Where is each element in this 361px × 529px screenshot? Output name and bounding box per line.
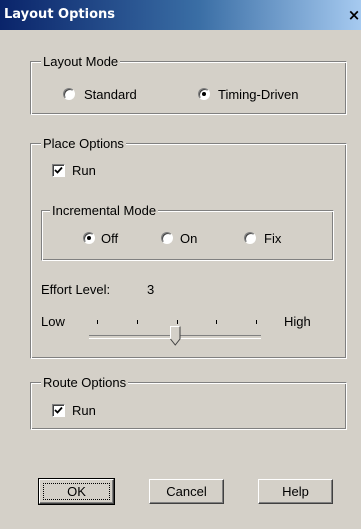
effort-high-label: High [284, 314, 311, 329]
layout-mode-group: Layout Mode [30, 54, 347, 115]
incremental-fix-radio[interactable] [244, 232, 256, 244]
radio-selected-dot [202, 92, 206, 96]
slider-tick [177, 320, 178, 324]
window-title: Layout Options [4, 7, 116, 22]
route-run-checkbox[interactable] [52, 404, 65, 417]
help-button-label: Help [282, 484, 309, 499]
incremental-mode-legend: Incremental Mode [50, 203, 159, 219]
incremental-on-radio[interactable] [161, 232, 173, 244]
ok-button[interactable]: OK [38, 478, 115, 505]
place-options-legend: Place Options [41, 136, 126, 152]
layout-options-dialog: Layout Options × Layout Mode Standard Ti… [0, 0, 361, 529]
title-bar[interactable]: Layout Options × [0, 0, 361, 30]
layout-mode-legend: Layout Mode [41, 54, 121, 70]
standard-radio[interactable] [63, 88, 75, 100]
slider-tick [97, 320, 98, 324]
place-run-checkbox[interactable] [52, 164, 65, 177]
effort-level-value: 3 [147, 282, 155, 297]
timing-driven-radio-label[interactable]: Timing-Driven [218, 87, 298, 103]
focus-rectangle [43, 483, 110, 500]
effort-level-label: Effort Level: [41, 282, 111, 297]
checkmark-icon [54, 166, 63, 174]
incremental-off-label[interactable]: Off [101, 231, 118, 247]
route-options-legend: Route Options [41, 375, 129, 391]
timing-driven-radio[interactable] [198, 88, 210, 100]
incremental-on-label[interactable]: On [180, 231, 197, 247]
incremental-fix-label[interactable]: Fix [264, 231, 281, 247]
effort-low-label: Low [41, 314, 65, 329]
route-run-label[interactable]: Run [72, 403, 96, 419]
cancel-button-label: Cancel [166, 484, 207, 499]
close-button[interactable]: × [347, 5, 361, 25]
standard-radio-label[interactable]: Standard [84, 87, 137, 103]
slider-tick [216, 320, 217, 324]
incremental-off-radio[interactable] [83, 232, 95, 244]
radio-selected-dot [87, 236, 91, 240]
cancel-button[interactable]: Cancel [149, 479, 224, 504]
place-run-label[interactable]: Run [72, 163, 96, 179]
checkmark-icon [54, 406, 63, 414]
help-button[interactable]: Help [258, 479, 333, 504]
effort-slider-thumb[interactable] [169, 326, 181, 346]
slider-tick [137, 320, 138, 324]
slider-tick [256, 320, 257, 324]
